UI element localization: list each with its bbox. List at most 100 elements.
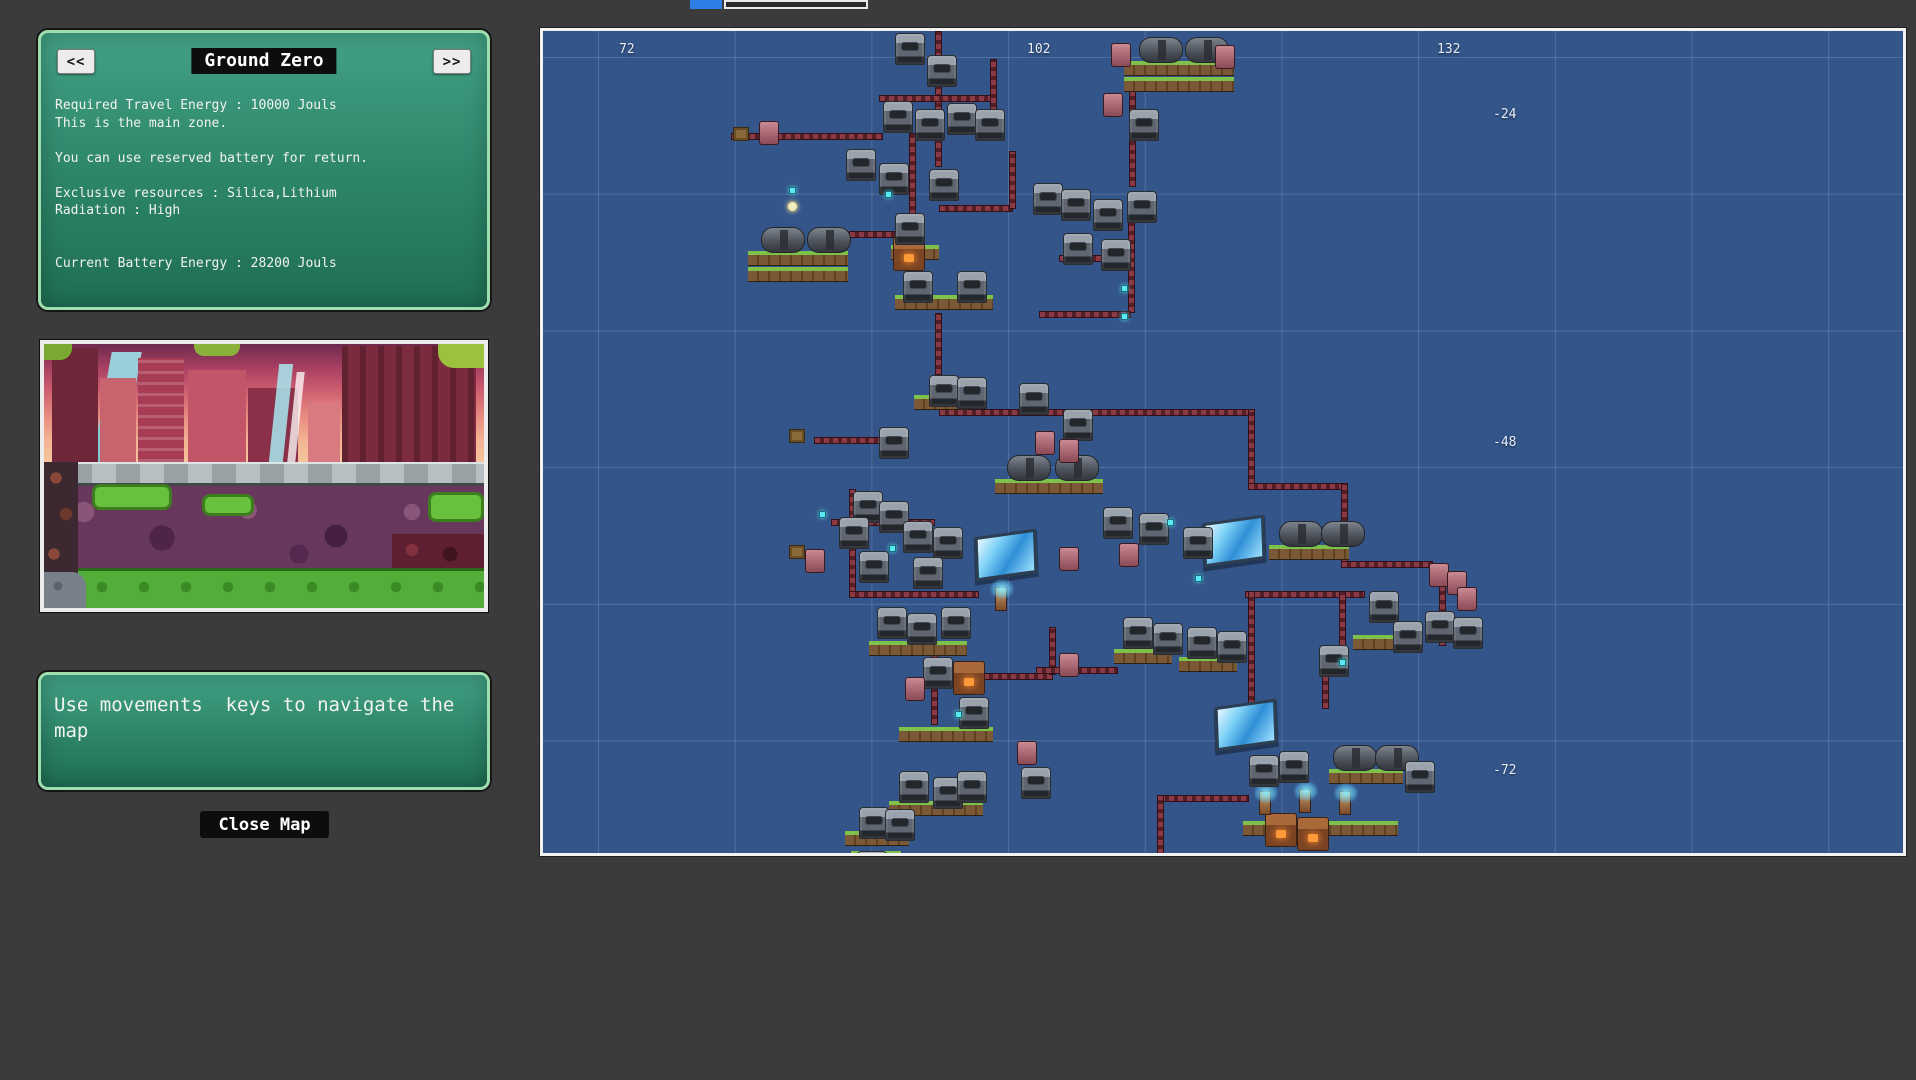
map-machine <box>1129 109 1159 141</box>
map-machine <box>929 375 959 407</box>
map-tank <box>1007 455 1051 481</box>
map-tank <box>1139 37 1183 63</box>
map-pump <box>1119 543 1139 567</box>
map-machine <box>1369 591 1399 623</box>
map-platform <box>1269 545 1349 560</box>
map-machine <box>1021 767 1051 799</box>
map-item <box>1167 519 1174 526</box>
map-tesla <box>985 575 1019 611</box>
map-canvas[interactable]: 72 102 132 -24 -48 -72 <box>543 31 1903 853</box>
map-belt-h <box>1159 795 1249 802</box>
map-machine <box>885 809 915 841</box>
top-partial-tab[interactable] <box>690 0 722 9</box>
info-line: Exclusive resources : Silica,Lithium <box>55 185 337 201</box>
map-tank <box>1279 521 1323 547</box>
map-machine <box>1063 409 1093 441</box>
map-item <box>789 187 796 194</box>
map-machine <box>929 169 959 201</box>
map-belt-v <box>935 313 942 375</box>
preview-foliage <box>438 344 484 368</box>
zone-info-text: Required Travel Energy : 10000 Jouls This… <box>41 81 487 272</box>
zone-info-header: << Ground Zero >> <box>41 33 487 81</box>
map-crate <box>789 545 805 559</box>
map-y-label: -24 <box>1493 107 1517 122</box>
preview-green-layer <box>44 568 484 608</box>
preview-building <box>100 378 136 462</box>
zone-preview-image <box>40 340 488 612</box>
map-machine <box>1093 199 1123 231</box>
map-machine <box>1249 755 1279 787</box>
map-machine <box>1101 239 1131 271</box>
map-machine <box>895 33 925 65</box>
map-pump <box>1017 741 1037 765</box>
map-item <box>889 545 896 552</box>
info-line: You can use reserved battery for return. <box>55 150 369 166</box>
map-machine <box>903 271 933 303</box>
map-tank <box>807 227 851 253</box>
map-item <box>885 191 892 198</box>
map-machine <box>907 613 937 645</box>
preview-moss-patch <box>428 492 484 522</box>
map-machine <box>1123 617 1153 649</box>
preview-building <box>188 370 246 462</box>
map-machine <box>1153 623 1183 655</box>
map-machine <box>1127 191 1157 223</box>
map-machine <box>1393 621 1423 653</box>
map-platform <box>995 479 1103 494</box>
map-machine <box>1139 513 1169 545</box>
map-machine <box>959 697 989 729</box>
map-item <box>955 711 962 718</box>
map-y-label: -72 <box>1493 763 1517 778</box>
map-crate <box>789 429 805 443</box>
next-zone-button[interactable]: >> <box>433 49 471 74</box>
preview-foliage <box>194 344 240 356</box>
map-tank <box>761 227 805 253</box>
map-belt-v <box>1248 591 1255 715</box>
close-map-button[interactable]: Close Map <box>200 811 329 838</box>
map-pump <box>1059 547 1079 571</box>
map-machine <box>846 149 876 181</box>
map-hint-text: Use movements keys to navigate the map <box>54 694 466 742</box>
map-pump <box>1457 587 1477 611</box>
map-item <box>1121 285 1128 292</box>
map-x-label: 102 <box>1027 42 1051 57</box>
map-tesla <box>1289 777 1323 813</box>
map-belt-h <box>1248 483 1344 490</box>
top-partial-dropdown[interactable] <box>724 0 868 9</box>
map-item <box>1121 313 1128 320</box>
map-pump <box>1035 431 1055 455</box>
map-y-label: -48 <box>1493 435 1517 450</box>
map-pump <box>805 549 825 573</box>
map-belt-h <box>849 231 899 238</box>
map-pump <box>1059 439 1079 463</box>
preview-gray-rocks <box>44 572 86 608</box>
map-machine <box>883 101 913 133</box>
map-belt-h <box>1245 591 1365 598</box>
map-machine <box>839 517 869 549</box>
map-screen <box>1214 698 1278 752</box>
map-player-dot <box>787 201 798 212</box>
map-pump <box>1059 653 1079 677</box>
map-machine <box>877 607 907 639</box>
map-pump <box>1429 563 1449 587</box>
map-machine <box>859 551 889 583</box>
map-x-label: 132 <box>1437 42 1461 57</box>
preview-moss-patch <box>92 484 172 510</box>
preview-building <box>308 402 340 462</box>
map-tank <box>1321 521 1365 547</box>
map-x-label: 72 <box>619 42 635 57</box>
map-item <box>1195 575 1202 582</box>
map-machine <box>1217 631 1247 663</box>
map-belt-h <box>731 133 883 140</box>
preview-building <box>138 358 184 462</box>
map-crate <box>733 127 749 141</box>
map-tesla <box>1329 779 1363 815</box>
info-line: Radiation : High <box>55 203 181 218</box>
map-machine <box>915 109 945 141</box>
map-machine <box>1061 189 1091 221</box>
map-furnace <box>953 661 985 695</box>
map-machine <box>1019 383 1049 415</box>
map-belt-v <box>1009 151 1016 209</box>
map-belt-h <box>814 437 880 444</box>
prev-zone-button[interactable]: << <box>57 49 95 74</box>
